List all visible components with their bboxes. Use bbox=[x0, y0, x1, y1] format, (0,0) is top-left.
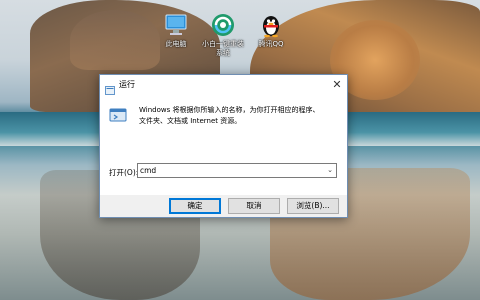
desktop: 此电脑 小白一键重装系统 腾讯QQ 运行 ✕ Windows 将根据你所输入的名… bbox=[0, 0, 480, 300]
desktop-icon-label: 此电脑 bbox=[165, 40, 187, 48]
ok-button[interactable]: 确定 bbox=[169, 198, 221, 214]
dialog-footer: 确定 取消 浏览(B)... bbox=[100, 195, 347, 217]
desktop-icon-this-pc[interactable]: 此电脑 bbox=[153, 12, 199, 49]
desktop-icon-qq[interactable]: 腾讯QQ bbox=[248, 12, 294, 49]
chevron-down-icon[interactable]: ⌄ bbox=[327, 166, 333, 174]
desktop-icon-label: 腾讯QQ bbox=[258, 40, 284, 48]
desktop-icon-label: 小白一键重装系统 bbox=[202, 40, 244, 57]
description-line-1: Windows 将根据你所输入的名称，为你打开相应的程序、 bbox=[139, 106, 320, 114]
run-app-icon bbox=[105, 80, 115, 95]
desktop-icon-reinstall-app[interactable]: 小白一键重装系统 bbox=[200, 12, 246, 58]
description-line-2: 文件夹、文档或 Internet 资源。 bbox=[139, 117, 242, 125]
reinstall-app-icon bbox=[210, 12, 236, 38]
dialog-titlebar[interactable]: 运行 ✕ bbox=[100, 75, 347, 95]
cancel-button[interactable]: 取消 bbox=[228, 198, 280, 214]
computer-icon bbox=[163, 12, 189, 38]
close-button[interactable]: ✕ bbox=[327, 75, 347, 95]
run-program-icon bbox=[109, 106, 127, 124]
open-label: 打开(O): bbox=[109, 168, 139, 177]
dialog-title: 运行 bbox=[119, 80, 135, 89]
wallpaper-rock-left-highlight bbox=[70, 10, 160, 70]
dialog-description: Windows 将根据你所输入的名称，为你打开相应的程序、 文件夹、文档或 In… bbox=[139, 105, 339, 127]
dialog-body: Windows 将根据你所输入的名称，为你打开相应的程序、 文件夹、文档或 In… bbox=[100, 95, 347, 195]
qq-penguin-icon bbox=[258, 12, 284, 38]
open-input[interactable] bbox=[140, 164, 320, 177]
browse-button[interactable]: 浏览(B)... bbox=[287, 198, 339, 214]
open-combobox[interactable]: ⌄ bbox=[137, 163, 337, 178]
run-dialog: 运行 ✕ Windows 将根据你所输入的名称，为你打开相应的程序、 文件夹、文… bbox=[99, 74, 348, 218]
